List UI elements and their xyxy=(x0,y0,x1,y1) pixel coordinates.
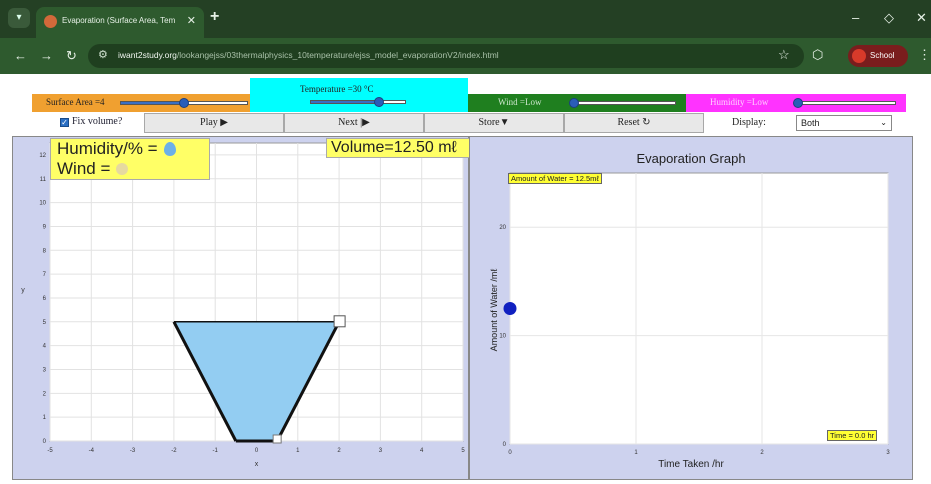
y-axis-label: y xyxy=(21,287,25,294)
x-tick-label: 5 xyxy=(461,448,465,454)
plus-icon[interactable]: + xyxy=(210,8,219,26)
x-tick-label: -2 xyxy=(171,448,177,454)
graph-panel: Evaporation Graph 0 1 2 3 0 10 20 Amount of Wa… xyxy=(469,136,913,480)
fix-volume-label: Fix volume? xyxy=(72,116,123,127)
surface-area-label: Surface Area =4 xyxy=(46,97,105,107)
humidity-text: Humidity/% = xyxy=(57,139,158,158)
humidity-knob[interactable] xyxy=(793,98,803,108)
graph-x-tick-label: 2 xyxy=(760,450,764,456)
wind-slider[interactable]: Wind =Low xyxy=(468,94,686,112)
wind-icon xyxy=(116,163,129,175)
x-tick-label: 0 xyxy=(255,448,259,454)
restore-icon[interactable]: ◇ xyxy=(884,10,894,26)
reset-button[interactable]: Reset ↻ xyxy=(564,113,704,133)
volume-readout: Volume=12.50 mℓ xyxy=(326,138,479,158)
x-tick-label: 3 xyxy=(379,448,383,454)
data-point xyxy=(503,302,517,315)
next-button[interactable]: Next |▶ xyxy=(284,113,424,133)
store-button[interactable]: Store▼ xyxy=(424,113,564,133)
time-annotation: Time = 0.0 hr xyxy=(827,430,878,441)
x-tick-label: -4 xyxy=(89,448,95,454)
kebab-menu-icon[interactable]: ⋮ xyxy=(918,47,931,63)
y-tick-label: 12 xyxy=(39,153,46,159)
resize-handle-top[interactable] xyxy=(333,315,346,328)
graph-y-tick-label: 20 xyxy=(499,225,506,231)
browser-tab-bar: ▾ Evaporation (Surface Area, Tem ✕ + – ◇… xyxy=(0,0,931,38)
container-panel: -5 -4 -3 -2 -1 0 1 2 3 4 5 0 1 2 3 4 5 6 7 8 9 10 11 12 x y Humid… xyxy=(12,136,479,480)
graph-y-label: Amount of Water /mℓ xyxy=(489,268,499,352)
chevron-down-icon: ⌄ xyxy=(880,118,887,127)
humidity-wind-box: Humidity/% = Wind = xyxy=(50,138,210,180)
surface-area-knob[interactable] xyxy=(179,98,189,108)
url-text: iwant2study.org/lookangejss/03thermalphy… xyxy=(118,50,499,60)
play-button[interactable]: Play ▶ xyxy=(144,113,284,133)
y-tick-label: 11 xyxy=(40,177,47,183)
y-tick-label: 2 xyxy=(43,391,47,397)
y-tick-label: 7 xyxy=(43,272,47,278)
y-tick-label: 4 xyxy=(43,344,47,350)
extensions-icon[interactable]: ⬡ xyxy=(812,47,823,63)
humidity-track[interactable] xyxy=(798,101,896,105)
display-value: Both xyxy=(801,118,820,128)
forward-icon[interactable]: → xyxy=(40,48,53,63)
profile-label: School xyxy=(870,51,895,60)
avatar-icon xyxy=(852,49,866,63)
close-icon[interactable]: ✕ xyxy=(187,14,196,27)
display-label: Display: xyxy=(732,117,766,128)
url-field[interactable]: ⚙ iwant2study.org/lookangejss/03thermalp… xyxy=(88,44,804,68)
graph-x-tick-label: 0 xyxy=(508,450,512,456)
fix-volume-checkbox[interactable]: ✓ Fix volume? xyxy=(60,116,122,127)
y-tick-label: 5 xyxy=(43,320,47,326)
graph-x-label: Time Taken /hr xyxy=(658,459,724,470)
x-axis-label: x xyxy=(255,461,259,468)
humidity-label: Humidity =Low xyxy=(710,97,769,107)
resize-handle-bottom[interactable] xyxy=(272,434,282,444)
x-tick-label: 2 xyxy=(337,448,341,454)
temperature-label: Temperature =30 °C xyxy=(300,84,374,94)
y-tick-label: 6 xyxy=(43,296,47,302)
back-icon[interactable]: ← xyxy=(14,48,27,63)
graph-x-tick-label: 1 xyxy=(634,450,638,456)
y-tick-label: 0 xyxy=(43,439,47,445)
temperature-knob[interactable] xyxy=(374,97,385,107)
wind-track[interactable] xyxy=(574,101,676,105)
address-bar: ← → ↻ ⚙ iwant2study.org/lookangejss/03th… xyxy=(0,38,931,74)
x-tick-label: 1 xyxy=(296,448,300,454)
graph-x-tick-label: 3 xyxy=(886,450,890,456)
humidity-slider[interactable]: Humidity =Low xyxy=(686,94,906,112)
graph-plot-area xyxy=(509,172,889,445)
temperature-track[interactable] xyxy=(310,100,406,104)
container-plot: -5 -4 -3 -2 -1 0 1 2 3 4 50123456789101112xy xyxy=(21,142,465,468)
wind-text: Wind = xyxy=(57,159,111,178)
y-tick-label: 3 xyxy=(43,367,47,373)
display-select[interactable]: Both ⌄ xyxy=(796,115,892,131)
wind-knob[interactable] xyxy=(569,98,579,108)
wind-label: Wind =Low xyxy=(498,97,542,107)
y-tick-label: 10 xyxy=(39,201,46,207)
amount-annotation: Amount of Water = 12.5mℓ xyxy=(508,173,602,184)
temperature-slider[interactable]: Temperature =30 °C xyxy=(250,78,468,112)
favicon-icon xyxy=(44,15,57,28)
tab-menu-icon[interactable]: ▾ xyxy=(8,8,30,28)
profile-button[interactable]: School xyxy=(848,45,908,67)
y-tick-label: 9 xyxy=(43,224,47,230)
y-tick-label: 1 xyxy=(43,415,47,421)
graph-y-tick-label: 10 xyxy=(499,334,506,340)
x-tick-label: -3 xyxy=(130,448,136,454)
tab-title: Evaporation (Surface Area, Tem xyxy=(62,16,176,25)
close-window-icon[interactable]: ✕ xyxy=(916,10,927,26)
minimize-icon[interactable]: – xyxy=(852,10,859,25)
water-drop-icon xyxy=(163,142,176,156)
x-tick-label: 4 xyxy=(420,448,424,454)
site-info-icon[interactable]: ⚙ xyxy=(98,48,108,61)
x-tick-label: -5 xyxy=(47,448,53,454)
browser-tab[interactable]: Evaporation (Surface Area, Tem ✕ xyxy=(36,7,204,38)
y-tick-label: 8 xyxy=(43,248,47,254)
star-icon[interactable]: ☆ xyxy=(778,47,790,63)
reload-icon[interactable]: ↻ xyxy=(66,48,77,64)
checkbox-check-icon[interactable]: ✓ xyxy=(60,118,69,127)
surface-area-slider[interactable]: Surface Area =4 xyxy=(32,94,250,112)
x-tick-label: -1 xyxy=(213,448,219,454)
graph-y-tick-label: 0 xyxy=(503,442,507,448)
